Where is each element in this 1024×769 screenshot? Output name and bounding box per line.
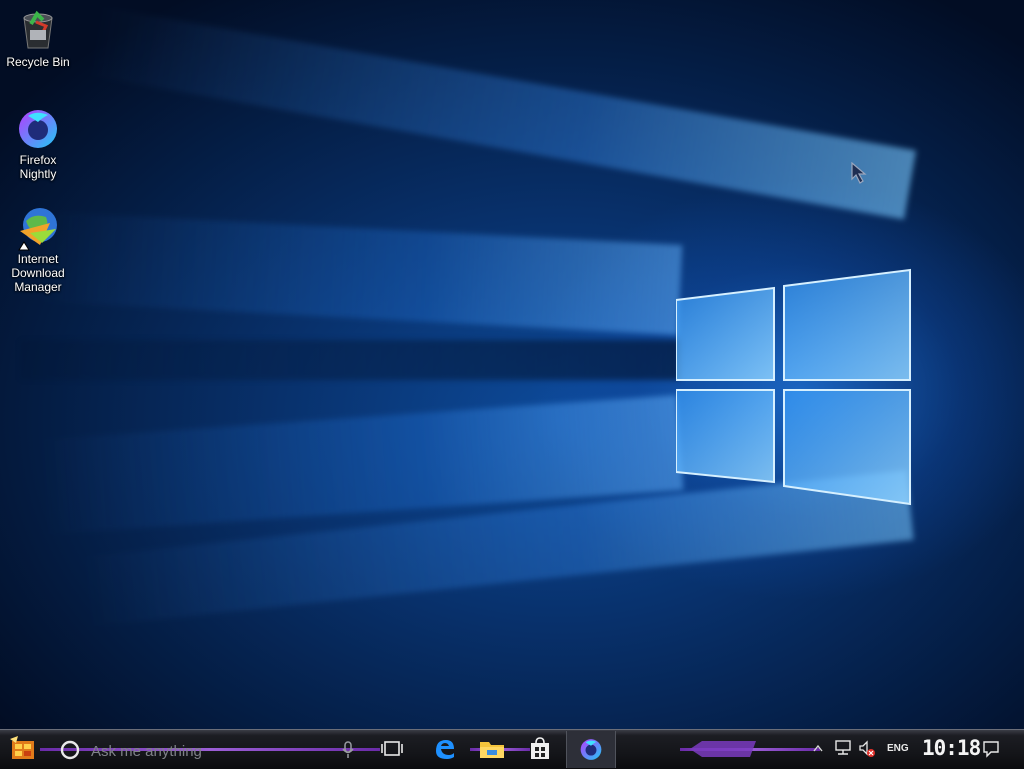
desktop-icon-label: Internet Download Manager bbox=[11, 252, 65, 294]
taskbar-clock[interactable]: 10:18 bbox=[922, 736, 981, 760]
store-icon bbox=[531, 737, 549, 759]
internet-download-manager-icon bbox=[16, 205, 60, 251]
search-box[interactable]: Ask me anything bbox=[56, 732, 366, 766]
desktop-icon-internet-download-manager[interactable]: Internet Download Manager bbox=[0, 205, 76, 294]
firefox-nightly-icon bbox=[16, 106, 60, 150]
notification-center-icon[interactable] bbox=[982, 740, 1000, 758]
search-placeholder: Ask me anything bbox=[91, 743, 202, 760]
network-icon[interactable] bbox=[834, 740, 852, 756]
start-icon bbox=[10, 736, 34, 759]
taskbar: Ask me anything ENG 10:18 bbox=[0, 729, 1024, 769]
firefox-nightly-icon bbox=[580, 739, 602, 760]
edge-icon bbox=[436, 740, 454, 759]
desktop-wallpaper bbox=[0, 0, 1024, 768]
desktop-icon-recycle-bin[interactable]: Recycle Bin bbox=[0, 8, 76, 69]
task-view-button[interactable] bbox=[380, 737, 404, 761]
taskbar-store-button[interactable] bbox=[527, 736, 553, 762]
start-button[interactable] bbox=[8, 735, 38, 763]
desktop-icon-label: Recycle Bin bbox=[6, 55, 70, 69]
show-hidden-icons-chevron[interactable] bbox=[813, 744, 823, 752]
desktop-icon-label: Firefox Nightly bbox=[19, 153, 57, 181]
language-indicator[interactable]: ENG bbox=[887, 743, 909, 754]
mouse-cursor-icon bbox=[851, 162, 867, 184]
desktop-icon-firefox-nightly[interactable]: Firefox Nightly bbox=[0, 106, 76, 181]
volume-muted-icon[interactable] bbox=[858, 740, 876, 758]
recycle-bin-icon bbox=[16, 8, 60, 52]
taskbar-decoration bbox=[690, 741, 756, 757]
task-view-icon bbox=[381, 741, 403, 756]
cortana-icon bbox=[60, 740, 80, 760]
windows-logo bbox=[676, 268, 911, 506]
file-explorer-icon bbox=[480, 742, 504, 758]
taskbar-edge-button[interactable] bbox=[432, 736, 458, 762]
taskbar-file-explorer-button[interactable] bbox=[478, 736, 506, 762]
microphone-icon[interactable] bbox=[342, 741, 354, 759]
taskbar-firefox-nightly-button[interactable] bbox=[566, 731, 616, 768]
